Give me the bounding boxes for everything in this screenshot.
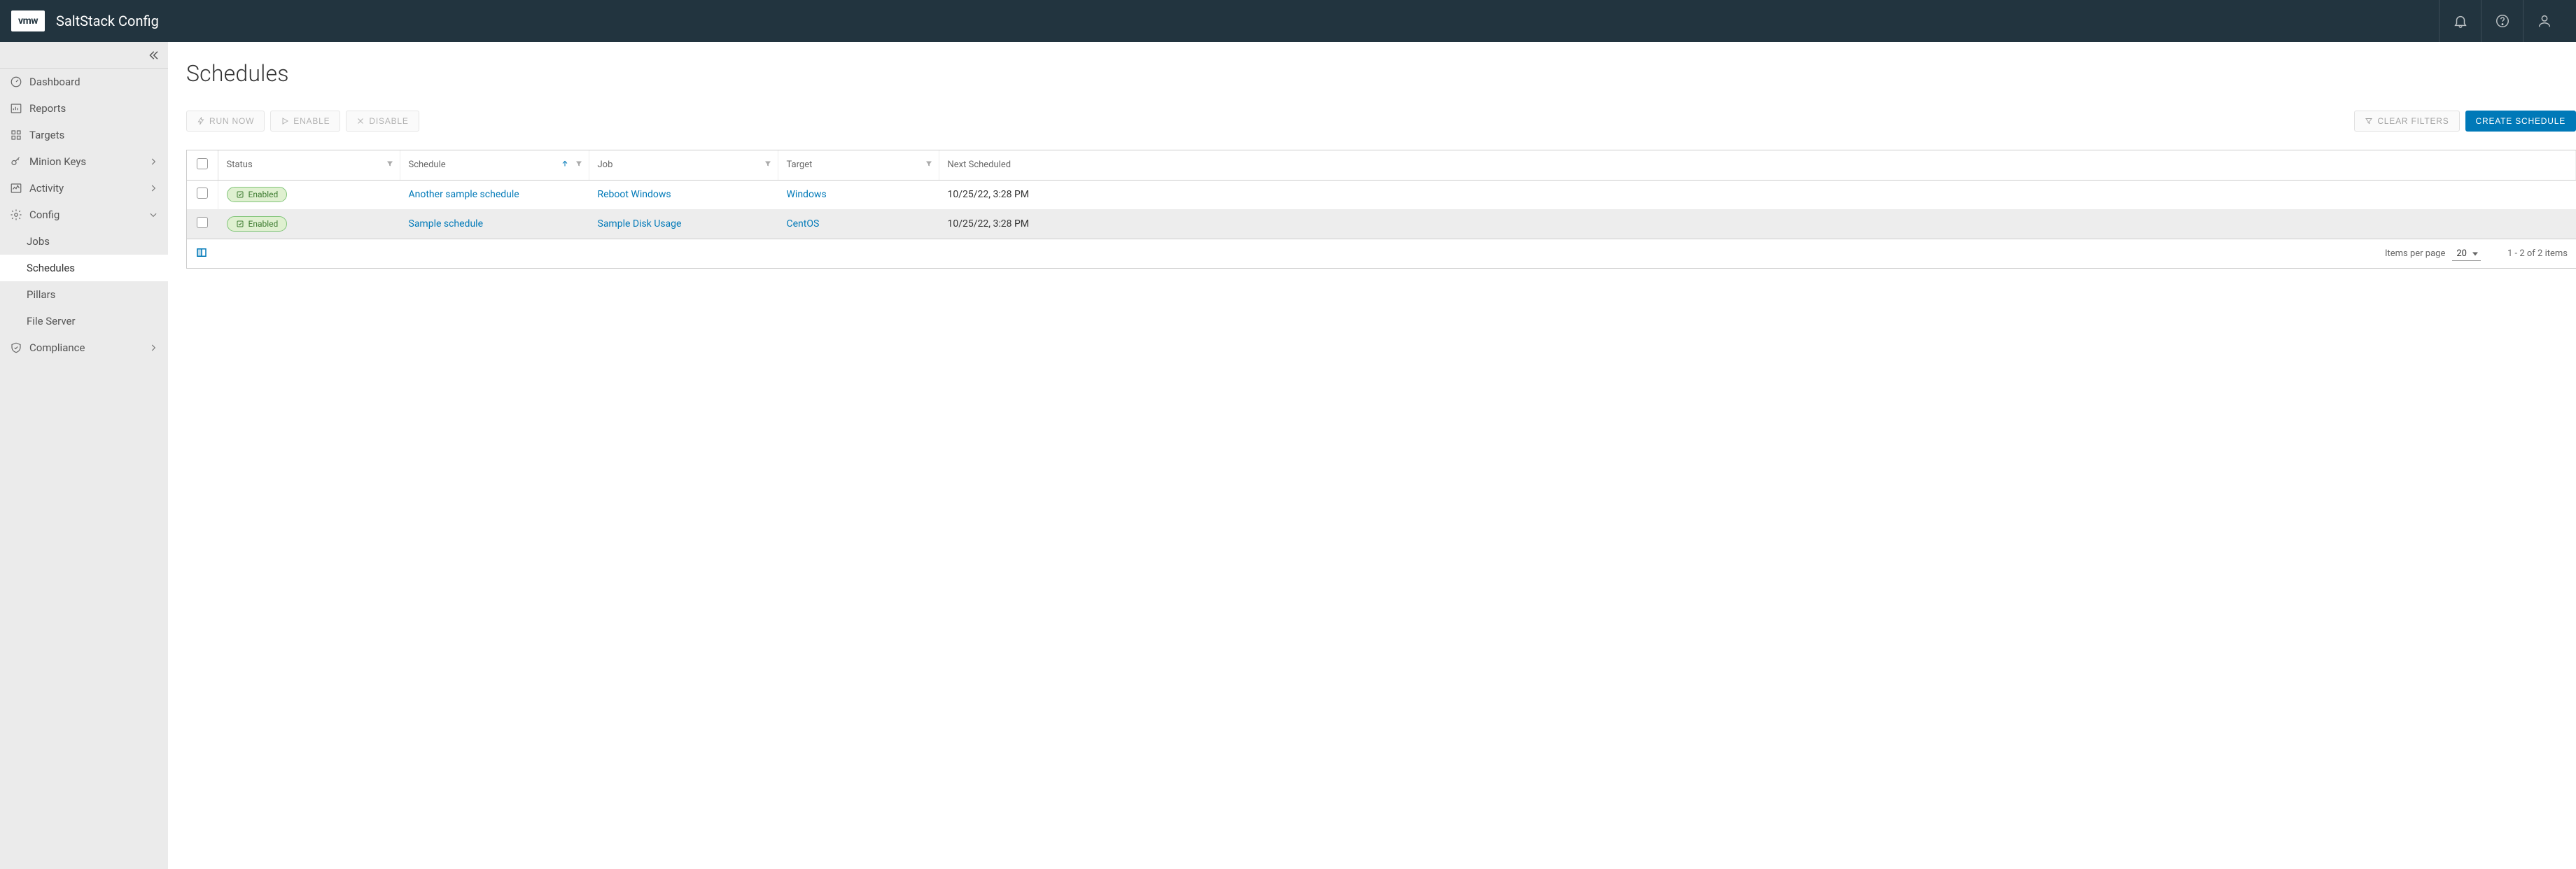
sidebar-item-targets[interactable]: Targets — [0, 122, 168, 148]
filter-icon — [2365, 117, 2373, 125]
schedule-link[interactable]: Another sample schedule — [400, 180, 589, 209]
status-label: Enabled — [248, 190, 279, 199]
table-footer: Items per page 20 1 - 2 of 2 items — [187, 239, 2576, 268]
check-icon — [236, 220, 244, 228]
schedules-table: Status Schedule Job — [186, 150, 2576, 269]
sidebar: Dashboard Reports Targets Minion Keys Ac… — [0, 42, 168, 869]
job-link[interactable]: Reboot Windows — [589, 180, 778, 209]
sidebar-item-label: Dashboard — [29, 76, 80, 88]
row-checkbox[interactable] — [197, 188, 208, 199]
chevron-down-icon — [148, 210, 158, 220]
gear-icon — [10, 209, 22, 221]
sidebar-item-label: Targets — [29, 129, 64, 141]
filter-icon[interactable] — [925, 160, 933, 171]
grid-icon — [10, 129, 22, 141]
create-schedule-button[interactable]: Create Schedule — [2465, 111, 2576, 132]
column-label: Next Scheduled — [948, 160, 1011, 170]
close-icon — [356, 117, 365, 125]
column-header-next-scheduled[interactable]: Next Scheduled — [939, 150, 2576, 180]
sidebar-item-schedules[interactable]: Schedules — [0, 255, 168, 281]
filter-icon[interactable] — [575, 160, 583, 171]
sidebar-item-label: Jobs — [27, 235, 50, 248]
key-icon — [10, 155, 22, 168]
select-all-checkbox[interactable] — [197, 158, 208, 169]
page-title: Schedules — [186, 60, 2576, 87]
user-icon[interactable] — [2523, 0, 2565, 42]
sidebar-item-label: Activity — [29, 182, 64, 195]
bolt-icon — [197, 117, 205, 125]
next-scheduled-cell: 10/25/22, 3:28 PM — [939, 180, 2576, 209]
column-label: Target — [787, 160, 813, 170]
sort-asc-icon[interactable] — [561, 160, 569, 171]
shield-icon — [10, 341, 22, 354]
sidebar-item-label: Config — [29, 209, 59, 221]
pagination-range: 1 - 2 of 2 items — [2507, 248, 2568, 259]
product-title: SaltStack Config — [56, 13, 159, 29]
sidebar-item-dashboard[interactable]: Dashboard — [0, 69, 168, 95]
filter-icon[interactable] — [386, 160, 394, 171]
status-badge: Enabled — [227, 216, 288, 232]
columns-icon[interactable] — [195, 246, 208, 262]
sidebar-item-label: Reports — [29, 102, 66, 115]
sidebar-item-reports[interactable]: Reports — [0, 95, 168, 122]
sidebar-item-file-server[interactable]: File Server — [0, 308, 168, 334]
schedule-link[interactable]: Sample schedule — [400, 209, 589, 239]
sidebar-item-config[interactable]: Config — [0, 202, 168, 228]
disable-button[interactable]: Disable — [346, 111, 419, 132]
table-row[interactable]: Enabled Sample schedule Sample Disk Usag… — [187, 209, 2576, 239]
sidebar-item-activity[interactable]: Activity — [0, 175, 168, 202]
chevron-right-icon — [148, 343, 158, 353]
chart-icon — [10, 102, 22, 115]
column-label: Schedule — [409, 160, 446, 170]
sidebar-item-jobs[interactable]: Jobs — [0, 228, 168, 255]
play-icon — [281, 117, 289, 125]
sidebar-collapse-button[interactable] — [0, 42, 168, 69]
column-header-schedule[interactable]: Schedule — [400, 150, 589, 180]
column-header-checkbox[interactable] — [187, 150, 218, 180]
help-icon[interactable] — [2481, 0, 2523, 42]
sidebar-item-minion-keys[interactable]: Minion Keys — [0, 148, 168, 175]
brand-logo: vmw — [11, 10, 45, 31]
gauge-icon — [10, 76, 22, 88]
column-header-target[interactable]: Target — [778, 150, 939, 180]
sidebar-item-label: File Server — [27, 315, 76, 327]
next-scheduled-cell: 10/25/22, 3:28 PM — [939, 209, 2576, 239]
sidebar-item-label: Schedules — [27, 262, 75, 274]
chevron-right-icon — [148, 183, 158, 193]
button-label: Enable — [293, 116, 330, 126]
column-label: Status — [227, 160, 253, 170]
button-label: Clear Filters — [2377, 116, 2449, 126]
check-icon — [236, 190, 244, 199]
filter-icon[interactable] — [764, 160, 772, 171]
target-link[interactable]: CentOS — [778, 209, 939, 239]
column-header-job[interactable]: Job — [589, 150, 778, 180]
status-label: Enabled — [248, 219, 279, 229]
clear-filters-button[interactable]: Clear Filters — [2354, 111, 2459, 132]
topbar: vmw SaltStack Config — [0, 0, 2576, 42]
status-badge: Enabled — [227, 187, 288, 202]
button-label: Create Schedule — [2476, 116, 2566, 126]
sidebar-item-label: Compliance — [29, 341, 85, 354]
notifications-icon[interactable] — [2439, 0, 2481, 42]
chevron-right-icon — [148, 157, 158, 167]
table-row[interactable]: Enabled Another sample schedule Reboot W… — [187, 180, 2576, 209]
items-per-page-select[interactable]: 20 — [2452, 247, 2481, 261]
sidebar-item-label: Pillars — [27, 288, 55, 301]
sidebar-item-compliance[interactable]: Compliance — [0, 334, 168, 361]
items-per-page-label: Items per page — [2385, 248, 2445, 259]
sidebar-item-label: Minion Keys — [29, 155, 86, 168]
job-link[interactable]: Sample Disk Usage — [589, 209, 778, 239]
run-now-button[interactable]: Run Now — [186, 111, 265, 132]
column-header-status[interactable]: Status — [218, 150, 400, 180]
column-label: Job — [598, 160, 613, 170]
button-label: Run Now — [209, 116, 254, 126]
row-checkbox[interactable] — [197, 217, 208, 228]
main-content: Schedules Run Now Enable Disable Clear F… — [168, 42, 2576, 869]
sidebar-item-pillars[interactable]: Pillars — [0, 281, 168, 308]
activity-icon — [10, 182, 22, 195]
action-bar: Run Now Enable Disable Clear Filters Cre… — [186, 111, 2576, 132]
target-link[interactable]: Windows — [778, 180, 939, 209]
enable-button[interactable]: Enable — [270, 111, 340, 132]
button-label: Disable — [369, 116, 408, 126]
